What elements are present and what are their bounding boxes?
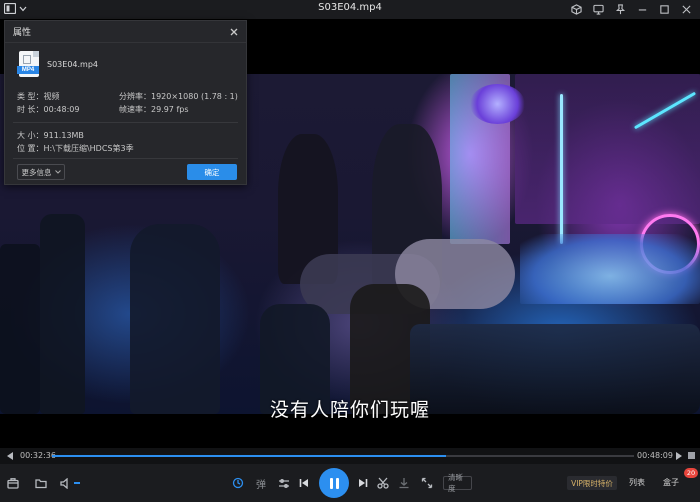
- duration: 时 长：00:48:09: [17, 105, 80, 114]
- close-icon[interactable]: [676, 1, 696, 18]
- folder-icon: [35, 478, 47, 488]
- skip-forward-icon: [359, 479, 368, 487]
- current-time: 00:32:36: [20, 451, 56, 460]
- title-bar: S03E04.mp4: [0, 0, 700, 19]
- volume-icon: [60, 477, 68, 489]
- divider: [13, 122, 238, 123]
- media-info: 类 型：视频 分辨率：1920×1080 (1.78 : 1) 时 长：00:4…: [17, 90, 242, 116]
- file-size: 大 小：911.13MB: [17, 131, 84, 140]
- progress-row: 00:32:36 00:48:09: [0, 448, 700, 464]
- dialog-title: 属性: [13, 28, 32, 38]
- more-info-label: 更多信息: [21, 167, 52, 177]
- pin-icon[interactable]: [610, 1, 630, 18]
- folder-button[interactable]: [34, 476, 48, 490]
- control-bar: 弹 清晰度 VIP限时特价 列表 盒子 20: [0, 464, 700, 502]
- file-type: 类 型：视频: [17, 92, 60, 101]
- box-button[interactable]: 盒子: [663, 477, 679, 488]
- file-info: 大 小：911.13MB 位 置：H:\下载压缩\HDCS第3季: [17, 129, 134, 155]
- fullscreen-button[interactable]: [420, 476, 434, 490]
- bottle-silhouette: [40, 214, 85, 414]
- volume-button[interactable]: [59, 476, 73, 490]
- more-info-dropdown[interactable]: 更多信息: [17, 164, 65, 180]
- expand-icon: [421, 477, 433, 489]
- bottle-silhouette: [0, 244, 40, 414]
- neon-light: [560, 94, 563, 244]
- danmaku-label: 弹: [256, 479, 266, 491]
- download-icon: [399, 478, 409, 489]
- danmaku-button[interactable]: 弹: [254, 476, 268, 491]
- pause-icon: [329, 477, 333, 489]
- sync-button[interactable]: [231, 476, 245, 490]
- open-file-icon: [7, 477, 19, 489]
- equalizer-icon: [279, 478, 289, 488]
- scissors-icon: [377, 477, 389, 489]
- ok-button[interactable]: 确定: [187, 164, 237, 180]
- subtitle-text: 没有人陪你们玩喔: [269, 399, 430, 421]
- notification-badge: 20: [684, 468, 698, 478]
- file-location: 位 置：H:\下载压缩\HDCS第3季: [17, 144, 134, 153]
- seek-bar-fill: [52, 455, 446, 457]
- skip-back-icon: [299, 479, 308, 487]
- file-type-badge: MP4: [17, 66, 39, 74]
- dialog-close-button[interactable]: [228, 26, 240, 38]
- minimize-icon[interactable]: [632, 1, 652, 18]
- stop-icon[interactable]: [688, 452, 695, 459]
- box-3d-icon[interactable]: [566, 1, 586, 18]
- playlist-button[interactable]: 列表: [629, 477, 645, 488]
- chevron-down-icon: [54, 170, 61, 174]
- chevron-down-icon: [19, 6, 27, 11]
- file-header: MP4 S03E04.mp4: [17, 51, 98, 77]
- equalizer-button[interactable]: [277, 476, 291, 490]
- quality-button[interactable]: 清晰度: [443, 473, 472, 493]
- previous-track-button[interactable]: [297, 476, 311, 490]
- previous-icon[interactable]: [6, 451, 14, 461]
- frame-rate: 帧速率：29.97 fps: [119, 105, 189, 114]
- vip-promo-button[interactable]: VIP限时特价: [567, 476, 617, 490]
- close-icon: [230, 28, 238, 35]
- open-file-button[interactable]: [6, 476, 20, 490]
- seek-bar[interactable]: [52, 455, 634, 457]
- volume-slider[interactable]: [74, 482, 80, 484]
- file-name: S03E04.mp4: [47, 59, 98, 69]
- maximize-icon[interactable]: [654, 1, 674, 18]
- neon-light: [515, 74, 700, 224]
- pause-button[interactable]: [319, 468, 349, 498]
- total-time: 00:48:09: [637, 451, 673, 460]
- sync-icon: [232, 477, 244, 489]
- dialog-header: 属性: [5, 21, 246, 43]
- next-track-button[interactable]: [356, 476, 370, 490]
- next-icon[interactable]: [675, 451, 683, 461]
- clip-button[interactable]: [376, 476, 390, 490]
- app-logo-icon: [4, 3, 16, 14]
- mp4-file-icon: MP4: [17, 51, 39, 77]
- neon-light: [470, 84, 525, 124]
- bottle-silhouette: [130, 224, 220, 414]
- neon-light: [520, 234, 700, 304]
- app-menu[interactable]: [4, 3, 27, 14]
- resolution: 分辨率：1920×1080 (1.78 : 1): [119, 92, 238, 101]
- screen-icon[interactable]: [588, 1, 608, 18]
- divider: [13, 158, 238, 159]
- download-button[interactable]: [397, 476, 411, 490]
- properties-dialog: 属性 MP4 S03E04.mp4 类 型：视频 分辨率：1920×1080 (…: [4, 20, 247, 185]
